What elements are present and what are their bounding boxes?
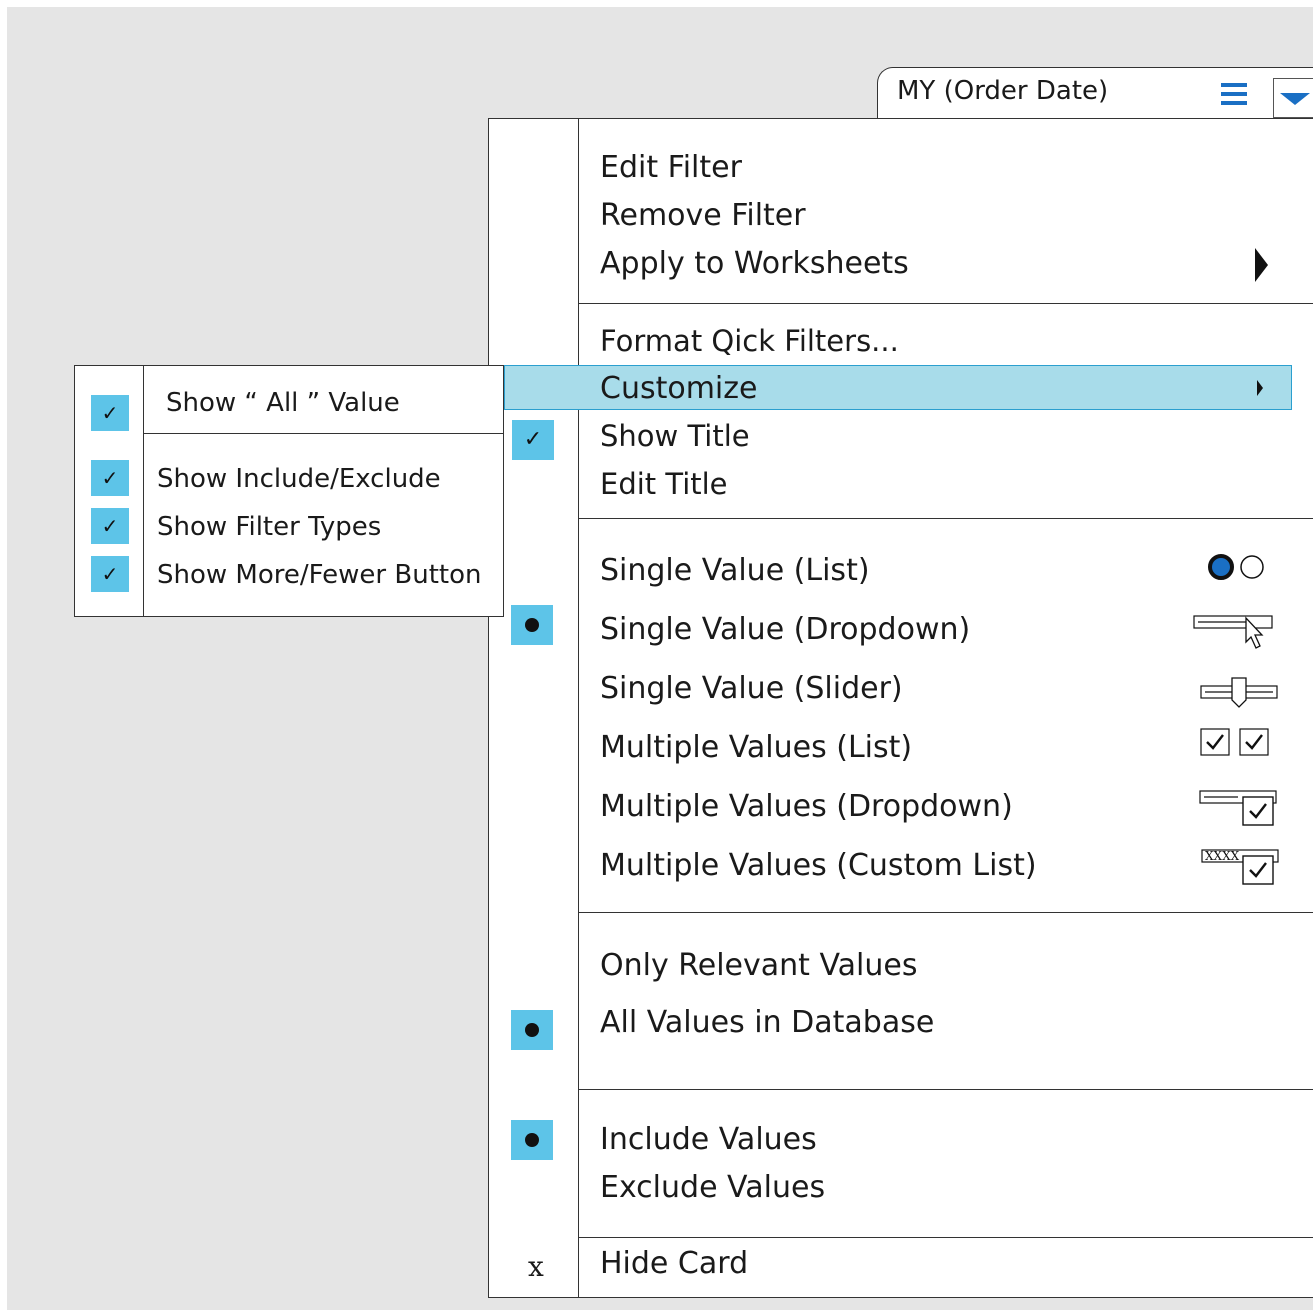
menu-item-hide-card[interactable]: Hide Card (600, 1246, 748, 1281)
menu-item-exclude-values[interactable]: Exclude Values (600, 1170, 825, 1205)
menu-item-remove-filter[interactable]: Remove Filter (600, 198, 806, 233)
hamburger-icon[interactable] (1221, 83, 1247, 105)
menu-item-multiple-values-list[interactable]: Multiple Values (List) (600, 730, 912, 765)
multi-dropdown-icon (1199, 790, 1277, 826)
menu-item-only-relevant-values[interactable]: Only Relevant Values (600, 948, 917, 983)
checkbox-list-icon (1200, 728, 1269, 756)
submenu-gutter (143, 365, 144, 617)
radio-dot-icon (525, 1023, 539, 1037)
menu-item-single-value-slider[interactable]: Single Value (Slider) (600, 671, 903, 706)
menu-item-show-title[interactable]: Show Title (600, 419, 750, 453)
checkmark-icon: ✓ (512, 420, 554, 460)
menu-separator (578, 1237, 1313, 1238)
menu-gutter (578, 118, 579, 1298)
menu-item-all-values-in-database[interactable]: All Values in Database (600, 1005, 934, 1040)
context-menu (488, 118, 1313, 1298)
menu-separator (578, 1089, 1313, 1090)
submenu-item-show-all-value[interactable]: Show “ All ” Value (166, 388, 400, 418)
menu-item-customize[interactable]: Customize (600, 371, 757, 406)
menu-item-multiple-values-custom-list[interactable]: Multiple Values (Custom List) (600, 848, 1037, 883)
submenu-arrow-icon (1255, 248, 1268, 282)
submenu-arrow-icon (1257, 380, 1263, 396)
radio-buttons-icon (1208, 554, 1264, 580)
submenu-item-show-include-exclude[interactable]: Show Include/Exclude (157, 464, 441, 494)
custom-list-glyph-text: XXXX (1205, 849, 1240, 863)
menu-item-single-value-dropdown[interactable]: Single Value (Dropdown) (600, 612, 970, 647)
menu-item-include-values[interactable]: Include Values (600, 1122, 817, 1157)
menu-item-edit-filter[interactable]: Edit Filter (600, 150, 742, 185)
menu-item-multiple-values-dropdown[interactable]: Multiple Values (Dropdown) (600, 789, 1013, 824)
slider-icon (1200, 677, 1278, 708)
submenu-item-show-more-fewer-button[interactable]: Show More/Fewer Button (157, 560, 481, 590)
checkmark-icon: ✓ (91, 556, 129, 592)
checkmark-icon: ✓ (91, 395, 129, 431)
menu-separator (578, 518, 1313, 519)
custom-list-icon: XXXX (1201, 849, 1279, 885)
dropdown-cursor-icon (1193, 615, 1273, 649)
menu-separator (578, 303, 1313, 304)
menu-item-apply-to-worksheets[interactable]: Apply to Worksheets (600, 246, 909, 281)
menu-item-edit-title[interactable]: Edit Title (600, 467, 728, 501)
close-icon: x (528, 1250, 544, 1283)
menu-item-format-quick-filters[interactable]: Format Qick Filters... (600, 324, 899, 358)
menu-item-single-value-list[interactable]: Single Value (List) (600, 553, 870, 588)
checkmark-icon: ✓ (91, 508, 129, 544)
radio-dot-icon (525, 1133, 539, 1147)
card-title: MY (Order Date) (897, 76, 1109, 106)
menu-separator (578, 912, 1313, 913)
dropdown-arrow-icon[interactable] (1273, 78, 1313, 118)
radio-dot-icon (525, 618, 539, 632)
submenu-separator (143, 433, 504, 434)
submenu-item-show-filter-types[interactable]: Show Filter Types (157, 512, 381, 542)
checkmark-icon: ✓ (91, 460, 129, 496)
